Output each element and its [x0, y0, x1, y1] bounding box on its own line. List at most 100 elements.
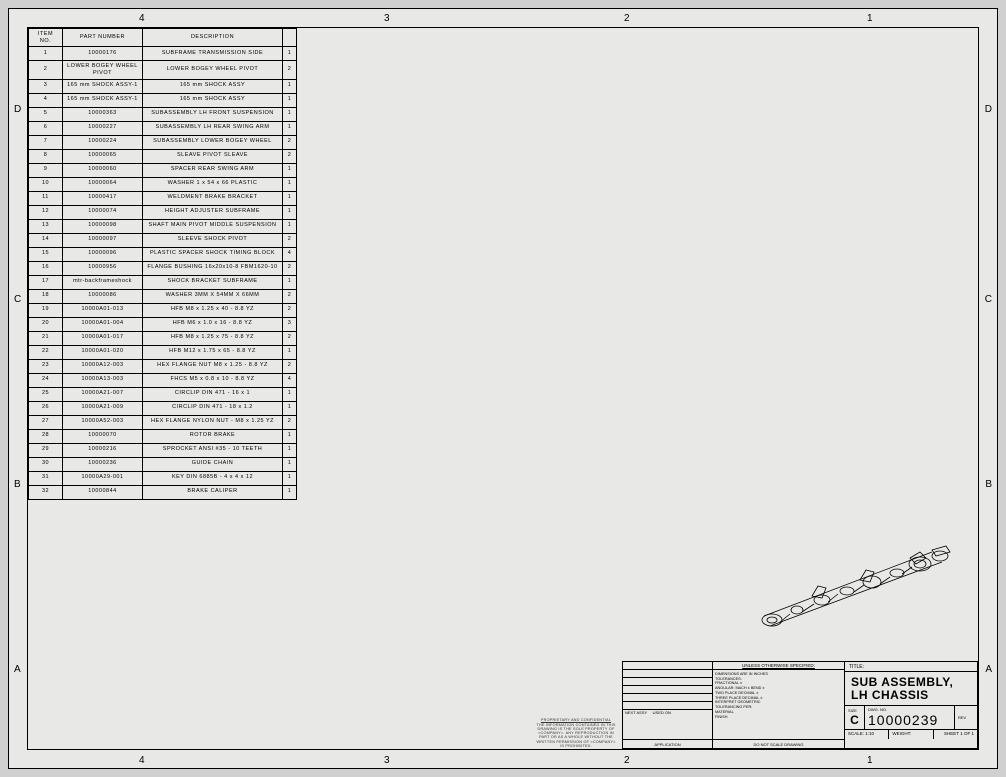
- bom-row: 1910000A01-013HFB M8 x 1.25 x 40 - 8.8 Y…: [29, 303, 297, 317]
- bom-cell-pn: 10000956: [63, 261, 143, 275]
- bom-table: ITEM NO. PART NUMBER DESCRIPTION 1100001…: [28, 28, 297, 500]
- bom-cell-desc: KEY DIN 6885B - 4 x 4 x 12: [143, 471, 283, 485]
- bom-cell-qty: 1: [283, 205, 297, 219]
- bom-cell-desc: SUBFRAME TRANSMISSION SIDE: [143, 47, 283, 61]
- bom-row: 2LOWER BOGEY WHEEL PIVOTLOWER BOGEY WHEE…: [29, 61, 297, 79]
- drawing-sheet: 4 3 2 1 4 3 2 1 D C B A D C B A ITEM NO.…: [8, 8, 998, 769]
- bom-cell-pn: 10000060: [63, 163, 143, 177]
- bom-cell-item: 14: [29, 233, 63, 247]
- bom-row: 2910000216SPROCKET ANSI #35 - 10 TEETH1: [29, 443, 297, 457]
- bom-cell-item: 10: [29, 177, 63, 191]
- size-value: C: [848, 713, 861, 727]
- zone-top-1: 1: [867, 13, 873, 24]
- bom-cell-desc: WASHER 1 x 54 x 66 PLASTIC: [143, 177, 283, 191]
- bom-cell-item: 20: [29, 317, 63, 331]
- bom-cell-pn: LOWER BOGEY WHEEL PIVOT: [63, 61, 143, 79]
- bom-cell-desc: WASHER 3MM X 54MM X 66MM: [143, 289, 283, 303]
- bom-cell-pn: 10000065: [63, 149, 143, 163]
- bom-cell-item: 17: [29, 275, 63, 289]
- bom-cell-qty: 2: [283, 149, 297, 163]
- bom-cell-qty: 2: [283, 135, 297, 149]
- bom-cell-pn: 10000A21-009: [63, 401, 143, 415]
- bom-cell-item: 32: [29, 485, 63, 499]
- bom-cell-item: 6: [29, 121, 63, 135]
- bom-row: 1110000417WELDMENT BRAKE BRACKET1: [29, 191, 297, 205]
- bom-cell-qty: 1: [283, 163, 297, 177]
- bom-cell-qty: 1: [283, 345, 297, 359]
- bom-cell-qty: 1: [283, 443, 297, 457]
- bom-row: 2410000A13-003FHCS M5 x 0.8 x 10 - 8.8 Y…: [29, 373, 297, 387]
- bom-header-item: ITEM NO.: [29, 29, 63, 47]
- bom-cell-qty: 1: [283, 401, 297, 415]
- bom-cell-pn: 165 mm SHOCK ASSY-1: [63, 79, 143, 93]
- bom-cell-desc: HEIGHT ADJUSTER SUBFRAME: [143, 205, 283, 219]
- bom-cell-pn: 10000A52-003: [63, 415, 143, 429]
- bom-cell-pn: mtr-backframeshock: [63, 275, 143, 289]
- bom-cell-pn: 10000070: [63, 429, 143, 443]
- bom-cell-desc: SHAFT MAIN PIVOT MIDDLE SUSPENSION: [143, 219, 283, 233]
- bom-cell-pn: 10000227: [63, 121, 143, 135]
- weight-value: WEIGHT:: [889, 730, 933, 739]
- bom-cell-item: 25: [29, 387, 63, 401]
- bom-cell-pn: 10000096: [63, 247, 143, 261]
- zone-left-D: D: [14, 104, 21, 115]
- bom-cell-qty: 1: [283, 471, 297, 485]
- bom-cell-qty: 2: [283, 331, 297, 345]
- bom-cell-desc: LOWER BOGEY WHEEL PIVOT: [143, 61, 283, 79]
- bom-row: 910000060SPACER REAR SWING ARM1: [29, 163, 297, 177]
- bom-cell-pn: 10000064: [63, 177, 143, 191]
- bom-cell-item: 30: [29, 457, 63, 471]
- zone-left-C: C: [14, 294, 21, 305]
- bom-cell-desc: HFB M8 x 1.25 x 40 - 8.8 YZ: [143, 303, 283, 317]
- bom-cell-desc: HFB M8 x 1.25 x 75 - 8.8 YZ: [143, 331, 283, 345]
- bom-cell-desc: WELDMENT BRAKE BRACKET: [143, 191, 283, 205]
- bom-cell-qty: 2: [283, 233, 297, 247]
- bom-cell-item: 2: [29, 61, 63, 79]
- bom-row: 2710000A52-003HEX FLANGE NYLON NUT - M8 …: [29, 415, 297, 429]
- rev-label: REV: [958, 715, 974, 720]
- bom-cell-item: 23: [29, 359, 63, 373]
- bom-cell-item: 12: [29, 205, 63, 219]
- bom-row: 3165 mm SHOCK ASSY-1165 mm SHOCK ASSY1: [29, 79, 297, 93]
- zone-right-D: D: [985, 104, 992, 115]
- bom-cell-qty: 1: [283, 121, 297, 135]
- bom-cell-pn: 10000224: [63, 135, 143, 149]
- bom-cell-qty: 1: [283, 191, 297, 205]
- bom-cell-desc: PLASTIC SPACER SHOCK TIMING BLOCK: [143, 247, 283, 261]
- bom-cell-qty: 1: [283, 275, 297, 289]
- bom-row: 2010000A01-004HFB M6 x 1.0 x 16 - 8.8 YZ…: [29, 317, 297, 331]
- bom-cell-item: 22: [29, 345, 63, 359]
- zone-bot-2: 2: [624, 755, 630, 766]
- dwg-no-value: 10000239: [868, 712, 951, 728]
- proprietary-note: PROPRIETARY AND CONFIDENTIAL THE INFORMA…: [535, 718, 617, 748]
- bom-cell-item: 13: [29, 219, 63, 233]
- zone-right-C: C: [985, 294, 992, 305]
- bom-cell-item: 28: [29, 429, 63, 443]
- bom-cell-desc: HFB M6 x 1.0 x 16 - 8.8 YZ: [143, 317, 283, 331]
- zone-top-4: 4: [139, 13, 145, 24]
- bom-cell-qty: 1: [283, 177, 297, 191]
- bom-cell-desc: FLANGE BUSHING 16x20x10-8 FBM1620-10: [143, 261, 283, 275]
- bom-row: 4165 mm SHOCK ASSY-1165 mm SHOCK ASSY1: [29, 93, 297, 107]
- bom-cell-desc: HEX FLANGE NYLON NUT - M8 x 1.25 YZ: [143, 415, 283, 429]
- zone-left-B: B: [14, 479, 21, 490]
- bom-cell-desc: HFB M12 x 1.75 x 65 - 8.8 YZ: [143, 345, 283, 359]
- bom-row: 810000065SLEAVE PIVOT SLEAVE2: [29, 149, 297, 163]
- unless-otherwise: UNLESS OTHERWISE SPECIFIED:: [713, 662, 844, 670]
- tolerance-line: FINISH: [715, 715, 842, 720]
- bom-cell-qty: 2: [283, 415, 297, 429]
- bom-row: 1510000096PLASTIC SPACER SHOCK TIMING BL…: [29, 247, 297, 261]
- bom-cell-qty: 1: [283, 387, 297, 401]
- drawing-title: SUB ASSEMBLY, LH CHASSIS: [845, 672, 977, 705]
- bom-cell-item: 24: [29, 373, 63, 387]
- bom-cell-item: 18: [29, 289, 63, 303]
- bom-cell-desc: 165 mm SHOCK ASSY: [143, 93, 283, 107]
- bom-cell-desc: HEX FLANGE NUT M8 x 1.25 - 8.8 YZ: [143, 359, 283, 373]
- bom-cell-qty: 2: [283, 303, 297, 317]
- zone-top-3: 3: [384, 13, 390, 24]
- proprietary-body: THE INFORMATION CONTAINED IN THIS DRAWIN…: [535, 723, 617, 748]
- zone-right-B: B: [985, 479, 992, 490]
- bom-cell-desc: 165 mm SHOCK ASSY: [143, 79, 283, 93]
- bom-cell-pn: 10000417: [63, 191, 143, 205]
- bom-row: 2510000A21-007CIRCLIP DIN 471 - 16 x 11: [29, 387, 297, 401]
